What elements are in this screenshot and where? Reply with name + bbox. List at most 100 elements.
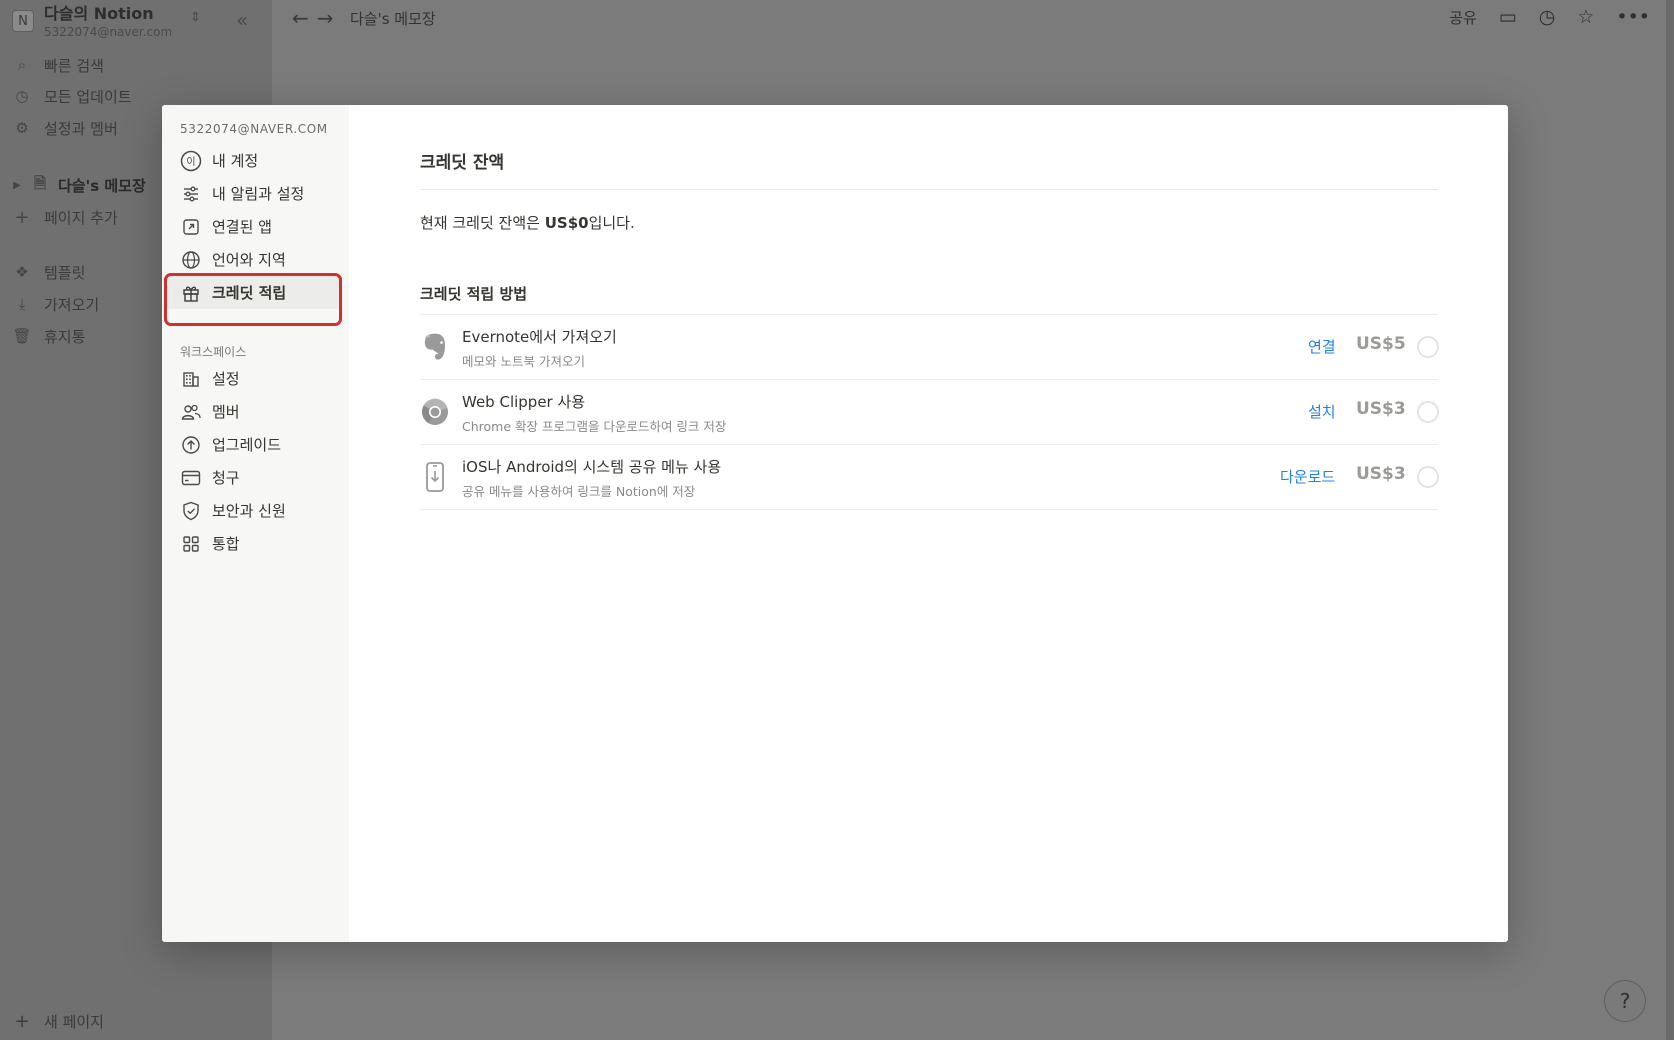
settings-item-label: 통합 bbox=[212, 535, 240, 553]
settings-content: 크레딧 잔액 현재 크레딧 잔액은 US$0입니다. 크레딧 적립 방법 Eve… bbox=[420, 105, 1439, 942]
gear-icon: ⚙ bbox=[15, 119, 29, 137]
settings-item-label: 내 알림과 설정 bbox=[212, 185, 305, 203]
settings-item-label: 보안과 신원 bbox=[212, 502, 286, 520]
workspace-switcher[interactable]: N 다슬의 Notion 5322074@naver.com bbox=[12, 4, 172, 40]
settings-item-integrations[interactable]: 통합 bbox=[166, 527, 341, 560]
mobile-download-icon bbox=[420, 460, 450, 494]
reward-amount: US$3 bbox=[1356, 399, 1406, 419]
people-icon bbox=[180, 401, 202, 423]
forward-arrow-icon[interactable]: → bbox=[317, 6, 342, 30]
collapse-sidebar-icon[interactable]: « bbox=[236, 8, 248, 32]
sidebar-item-label: 가져오기 bbox=[44, 295, 100, 314]
sidebar-add-page[interactable]: + 페이지 추가 bbox=[12, 205, 118, 229]
history-icon[interactable]: ◷ bbox=[1539, 6, 1556, 28]
method-description: 공유 메뉴를 사용하여 링크를 Notion에 저장 bbox=[462, 484, 696, 499]
scrollbar[interactable] bbox=[1666, 0, 1674, 1040]
sidebar-item-label: 템플릿 bbox=[44, 263, 86, 282]
chrome-icon bbox=[420, 395, 450, 429]
settings-item-upgrade[interactable]: 업그레이드 bbox=[166, 428, 341, 461]
account-email: 5322074@NAVER.COM bbox=[180, 122, 328, 136]
arrow-up-circle-icon bbox=[180, 434, 202, 456]
method-description: 메모와 노트북 가져오기 bbox=[462, 354, 585, 369]
install-link[interactable]: 설치 bbox=[1308, 401, 1336, 422]
more-icon[interactable]: ••• bbox=[1616, 6, 1650, 28]
credit-method-row: iOS나 Android의 시스템 공유 메뉴 사용 공유 메뉴를 사용하여 링… bbox=[420, 445, 1439, 510]
new-page-button[interactable]: + 새 페이지 bbox=[12, 1011, 104, 1032]
grid-icon bbox=[180, 533, 202, 555]
sidebar-item-settings-members[interactable]: ⚙ 설정과 멤버 bbox=[12, 116, 118, 140]
sidebar-item-label: 빠른 검색 bbox=[44, 56, 104, 75]
method-title: iOS나 Android의 시스템 공유 메뉴 사용 bbox=[462, 458, 722, 476]
workspace-email: 5322074@naver.com bbox=[44, 25, 173, 39]
top-actions: 공유 ▭ ◷ ☆ ••• bbox=[1449, 6, 1650, 28]
completion-checkbox bbox=[1417, 336, 1439, 358]
template-icon: ❖ bbox=[15, 263, 29, 281]
sidebar-item-label: 설정과 멤버 bbox=[44, 119, 118, 138]
workspace-logo-icon: N bbox=[12, 10, 34, 32]
settings-item-workspace-settings[interactable]: 설정 bbox=[166, 362, 341, 395]
chevron-right-icon[interactable]: ▶ bbox=[12, 180, 22, 191]
nav-arrows: ←→ bbox=[292, 6, 342, 30]
reward-amount: US$5 bbox=[1356, 334, 1406, 354]
settings-item-label: 연결된 앱 bbox=[212, 218, 272, 236]
shield-check-icon bbox=[180, 500, 202, 522]
comment-icon[interactable]: ▭ bbox=[1499, 6, 1517, 28]
settings-item-label: 내 계정 bbox=[212, 152, 259, 170]
settings-item-label: 언어와 지역 bbox=[212, 251, 286, 269]
completion-checkbox bbox=[1417, 401, 1439, 423]
method-title: Evernote에서 가져오기 bbox=[462, 328, 617, 346]
share-button[interactable]: 공유 bbox=[1449, 7, 1477, 28]
sidebar-item-label: 페이지 추가 bbox=[44, 208, 118, 227]
plus-icon: + bbox=[14, 206, 30, 228]
settings-item-security[interactable]: 보안과 신원 bbox=[166, 494, 341, 527]
svg-text:이: 이 bbox=[186, 156, 195, 168]
sidebar-page-memo[interactable]: ▶ 🗎 다슬's 메모장 bbox=[12, 173, 146, 197]
trash-icon: 🗑 bbox=[12, 327, 32, 345]
settings-modal: 5322074@NAVER.COM 이 내 계정 내 알림과 설정 연결된 앱 … bbox=[162, 105, 1508, 942]
settings-sidebar: 5322074@NAVER.COM 이 내 계정 내 알림과 설정 연결된 앱 … bbox=[162, 105, 349, 942]
page-icon: 🗎 bbox=[33, 173, 47, 192]
connect-link[interactable]: 연결 bbox=[1308, 336, 1336, 357]
breadcrumb[interactable]: 다슬's 메모장 bbox=[350, 8, 436, 29]
sidebar-item-trash[interactable]: 🗑 휴지통 bbox=[12, 324, 85, 348]
settings-item-notifications[interactable]: 내 알림과 설정 bbox=[166, 177, 341, 210]
sidebar-item-templates[interactable]: ❖ 템플릿 bbox=[12, 260, 85, 284]
sidebar-item-all-updates[interactable]: ◷ 모든 업데이트 bbox=[12, 84, 132, 108]
page-title: 크레딧 잔액 bbox=[420, 153, 505, 173]
sidebar-item-import[interactable]: ⤓ 가져오기 bbox=[12, 292, 100, 316]
settings-item-language-region[interactable]: 언어와 지역 bbox=[166, 243, 341, 276]
account-icon: 이 bbox=[180, 150, 202, 172]
globe-icon bbox=[180, 249, 202, 271]
sidebar-item-label: 휴지통 bbox=[44, 327, 86, 346]
settings-item-members[interactable]: 멤버 bbox=[166, 395, 341, 428]
credit-method-row: Evernote에서 가져오기 메모와 노트북 가져오기 연결 US$5 bbox=[420, 315, 1439, 380]
star-icon[interactable]: ☆ bbox=[1577, 6, 1594, 28]
sidebar-item-label: 모든 업데이트 bbox=[44, 87, 132, 106]
import-icon: ⤓ bbox=[18, 295, 26, 313]
section-title: 크레딧 적립 방법 bbox=[420, 285, 528, 303]
back-arrow-icon[interactable]: ← bbox=[292, 6, 317, 30]
settings-item-connected-apps[interactable]: 연결된 앱 bbox=[166, 210, 341, 243]
method-title: Web Clipper 사용 bbox=[462, 393, 586, 411]
credit-card-icon bbox=[180, 467, 202, 489]
method-description: Chrome 확장 프로그램을 다운로드하여 링크 저장 bbox=[462, 419, 727, 434]
help-button[interactable]: ? bbox=[1604, 980, 1646, 1022]
sliders-icon bbox=[180, 183, 202, 205]
chevron-updown-icon[interactable]: ⇕ bbox=[190, 10, 201, 25]
search-icon: ⌕ bbox=[17, 56, 27, 74]
settings-item-my-account[interactable]: 이 내 계정 bbox=[166, 144, 341, 177]
settings-item-billing[interactable]: 청구 bbox=[166, 461, 341, 494]
workspace-name: 다슬의 Notion bbox=[44, 4, 154, 23]
top-bar: ←→ 다슬's 메모장 공유 ▭ ◷ ☆ ••• bbox=[272, 0, 1674, 38]
balance-prefix: 현재 크레딧 잔액은 bbox=[420, 214, 545, 232]
download-link[interactable]: 다운로드 bbox=[1280, 466, 1335, 487]
plus-icon: + bbox=[14, 1011, 30, 1032]
settings-item-label: 청구 bbox=[212, 469, 240, 487]
completion-checkbox bbox=[1417, 466, 1439, 488]
balance-amount: US$0 bbox=[544, 214, 589, 232]
clock-icon: ◷ bbox=[15, 87, 29, 105]
sidebar-item-quick-search[interactable]: ⌕ 빠른 검색 bbox=[12, 53, 104, 77]
new-page-label: 새 페이지 bbox=[44, 1013, 104, 1031]
highlight-annotation bbox=[164, 273, 342, 326]
settings-item-label: 업그레이드 bbox=[212, 436, 282, 454]
